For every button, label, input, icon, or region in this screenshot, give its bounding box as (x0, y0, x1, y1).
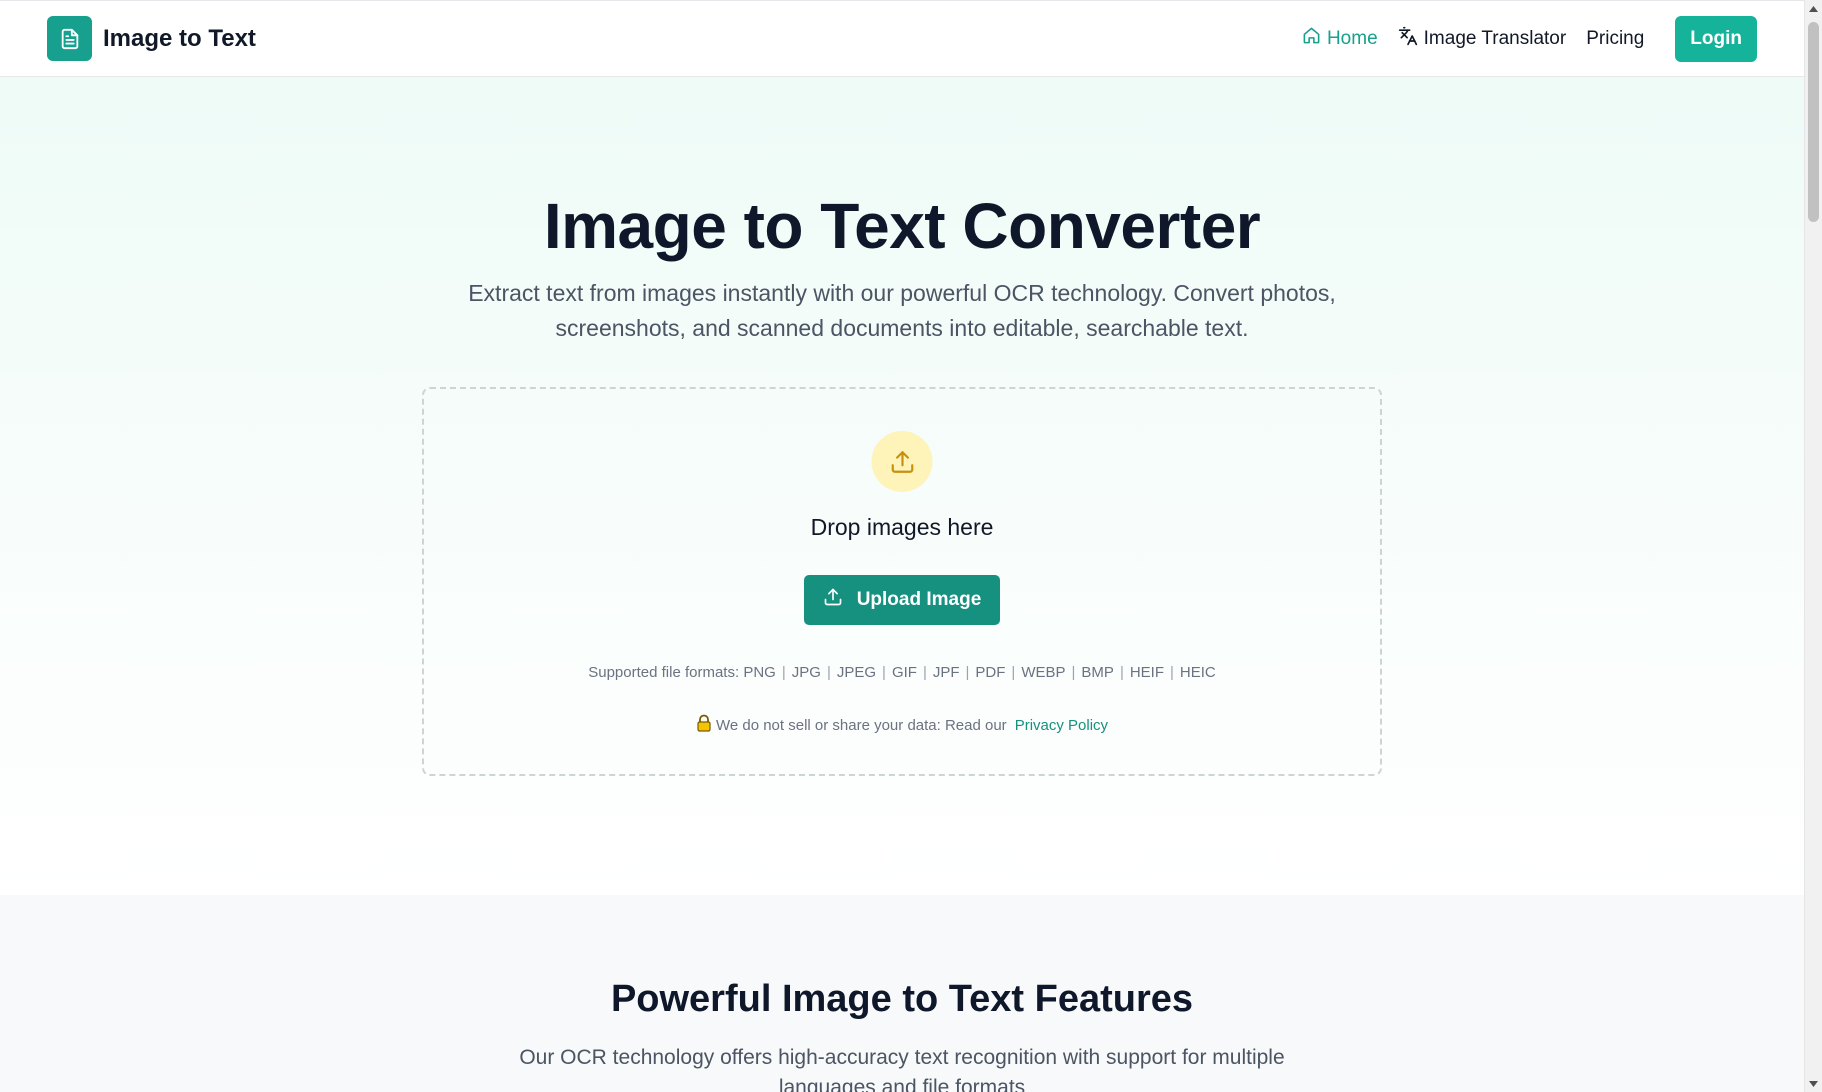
upload-image-button[interactable]: Upload Image (804, 575, 1000, 625)
home-icon (1302, 26, 1321, 51)
privacy-text: We do not sell or share your data: Read … (715, 716, 1007, 734)
format-separator: | (781, 664, 786, 681)
login-button[interactable]: Login (1675, 15, 1757, 62)
format-separator: | (922, 664, 927, 681)
document-icon (47, 16, 92, 61)
brand-name: Image to Text (103, 24, 256, 52)
supported-formats: Supported file formats: PNG | JPG | JPEG | GIF… (424, 664, 1380, 681)
format-item: WEBP (1021, 664, 1066, 681)
features-title: Powerful Image to Text Features (610, 978, 1194, 1020)
page: Image to Text Home Image Translator Pric… (0, 0, 1822, 1092)
page-content: Image to Text Home Image Translator Pric… (0, 0, 1804, 1092)
features-subtitle: Our OCR technology offers high-accuracy … (519, 1046, 1285, 1092)
format-item: GIF (891, 664, 917, 681)
image-dropzone[interactable]: Drop images here Upload Image Supported … (422, 387, 1382, 776)
format-item: HEIF (1129, 664, 1165, 681)
format-separator: | (1011, 664, 1016, 681)
formats-list: PNG | JPG | JPEG | GIF | JPF | PDF | WEBP | BMP | HEIF | H… (743, 664, 1215, 681)
format-item: PNG (743, 664, 776, 681)
format-item: BMP (1081, 664, 1114, 681)
drop-images-text: Drop images here (810, 514, 994, 540)
hero-section: Image to Text Converter Extract text fro… (0, 77, 1804, 895)
main-nav: Home Image Translator Pricing Login (1282, 15, 1757, 62)
upload-button-label: Upload Image (856, 589, 982, 610)
site-header: Image to Text Home Image Translator Pric… (0, 0, 1804, 77)
nav-image-translator[interactable]: Image Translator (1398, 26, 1567, 52)
privacy-policy-link[interactable]: Privacy Policy (1015, 717, 1108, 734)
features-section: Powerful Image to Text Features Our OCR … (0, 895, 1804, 1092)
format-item: JPEG (836, 664, 877, 681)
nav-home[interactable]: Home (1302, 26, 1378, 51)
vertical-scrollbar[interactable] (1804, 0, 1822, 1092)
format-separator: | (882, 664, 886, 681)
nav-pricing-label: Pricing (1586, 27, 1645, 49)
format-item: PDF (975, 664, 1006, 681)
formats-label: Supported file formats: (588, 664, 740, 681)
upload-icon (871, 431, 933, 492)
format-item: JPF (932, 664, 960, 681)
privacy-notice: We do not sell or share your data: Read … (424, 714, 1380, 736)
format-separator: | (1170, 664, 1174, 681)
page-title: Image to Text Converter (543, 190, 1261, 262)
format-separator: | (826, 664, 831, 681)
format-separator: | (1119, 664, 1124, 681)
nav-home-label: Home (1326, 27, 1378, 49)
scrollbar-thumb[interactable] (1808, 22, 1819, 222)
lock-icon (696, 714, 712, 736)
brand-link[interactable]: Image to Text (47, 16, 256, 61)
format-separator: | (1071, 664, 1076, 681)
upload-button-icon (823, 587, 843, 613)
scroll-up-arrow-icon[interactable] (1805, 0, 1822, 17)
format-item: JPG (791, 664, 821, 681)
hero-subtitle: Extract text from images instantly with … (468, 280, 1336, 341)
nav-translator-label: Image Translator (1423, 27, 1567, 49)
nav-pricing[interactable]: Pricing (1586, 28, 1644, 50)
format-item: HEIC (1179, 664, 1216, 681)
translate-icon (1398, 26, 1418, 52)
scroll-down-arrow-icon[interactable] (1805, 1075, 1822, 1092)
format-separator: | (965, 664, 970, 681)
